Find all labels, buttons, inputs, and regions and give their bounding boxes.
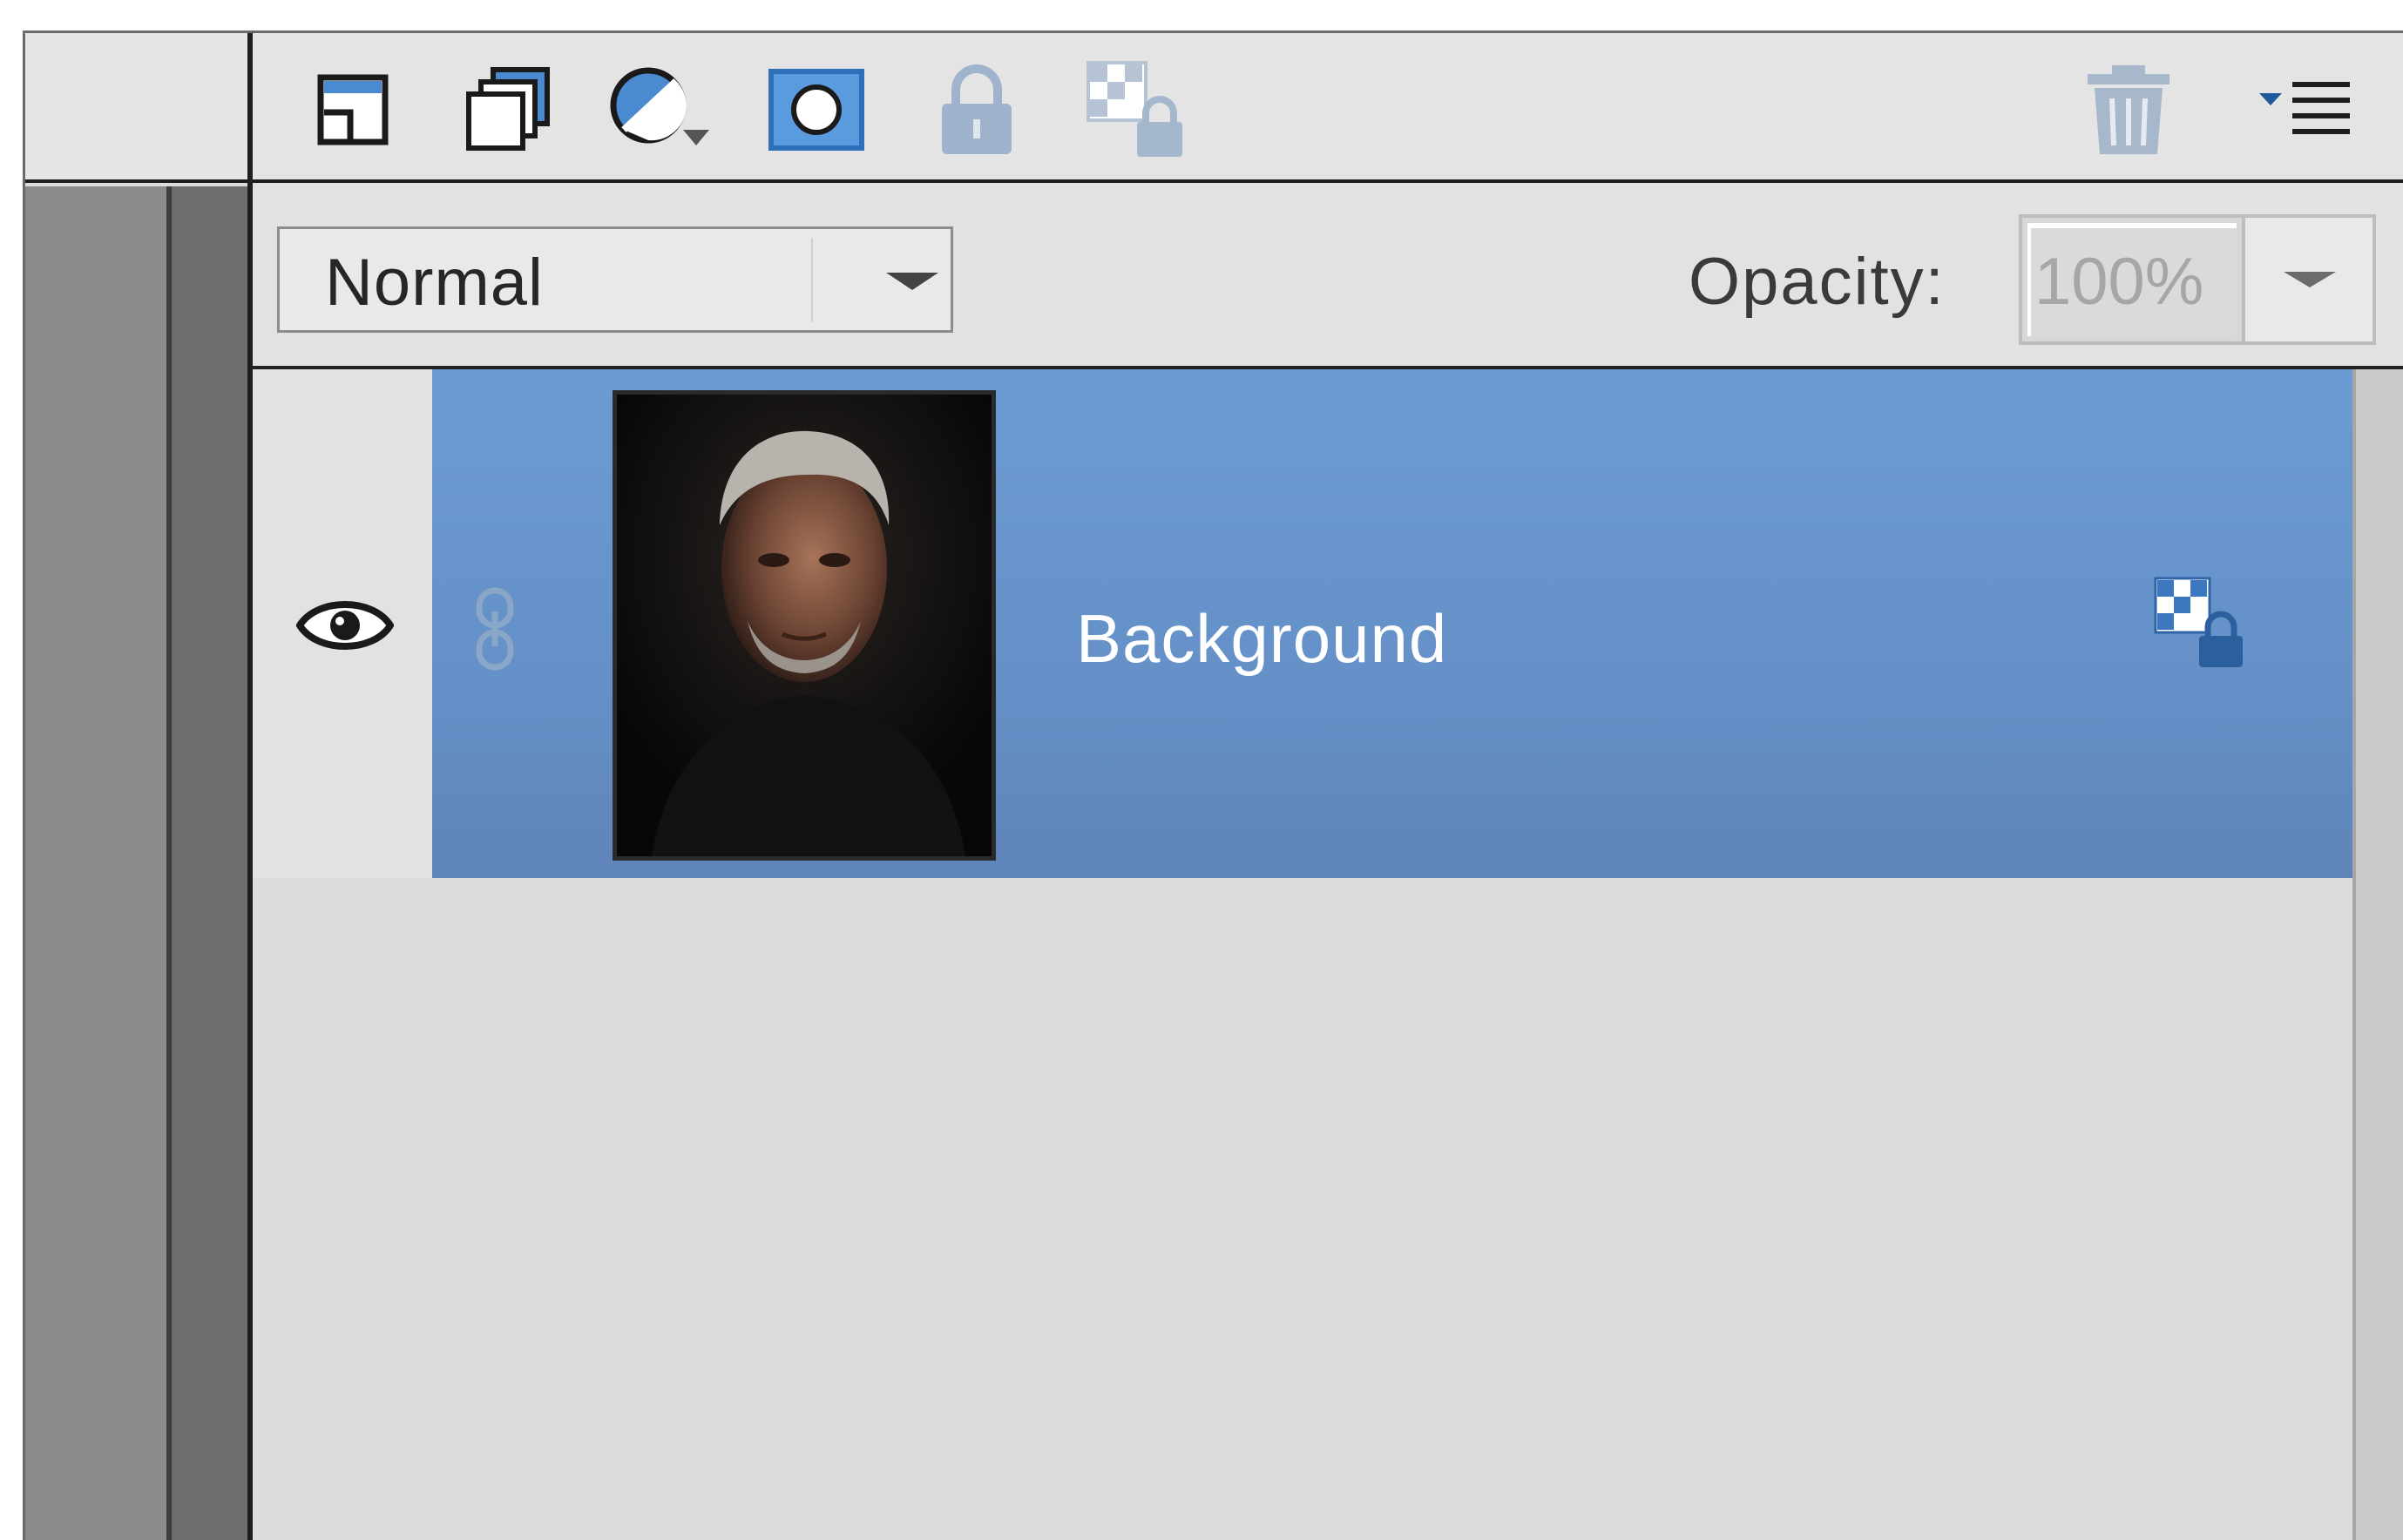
chevron-down-icon — [2284, 272, 2336, 287]
delete-layer-button[interactable] — [2072, 57, 2185, 162]
new-layer-button[interactable] — [296, 57, 410, 162]
add-layer-mask-button[interactable] — [760, 57, 873, 162]
blend-mode-select[interactable]: Normal — [277, 226, 953, 333]
layer-name: Background — [1076, 600, 1448, 677]
scrollbar-track[interactable] — [2352, 369, 2403, 1540]
layers-panel-window: Normal Opacity: 100% Background — [0, 0, 2403, 1540]
lock-transparent-pixels-button[interactable] — [1079, 57, 1192, 162]
panel-menu-button[interactable] — [2248, 57, 2361, 162]
adjustment-layer-button[interactable] — [603, 57, 716, 162]
blend-options-row: Normal Opacity: 100% — [253, 183, 2403, 369]
lock-transparent-pixels-icon — [1086, 61, 1182, 157]
opacity-dropdown-button[interactable] — [2245, 214, 2376, 345]
trash-icon — [2088, 65, 2169, 154]
link-icon[interactable] — [467, 585, 523, 672]
layer-thumbnail — [613, 390, 996, 861]
select-separator — [811, 238, 813, 321]
left-gutter-header — [25, 33, 250, 183]
panel-menu-icon — [2259, 82, 2350, 134]
opacity-input[interactable]: 100% — [2019, 214, 2245, 345]
left-dock-strip — [25, 186, 166, 1540]
adjustment-layer-icon — [610, 67, 709, 145]
layer-row[interactable]: Background — [253, 369, 2352, 878]
opacity-label: Opacity: — [1689, 245, 1946, 319]
layer-mask-icon — [768, 69, 864, 151]
new-layer-icon — [317, 74, 389, 145]
new-group-button[interactable] — [451, 57, 565, 162]
lock-all-button[interactable] — [920, 57, 1033, 162]
blend-mode-value: Normal — [325, 246, 544, 320]
layers-list: Background — [253, 369, 2352, 1540]
opacity-value: 100% — [2034, 245, 2204, 319]
layers-toolbar — [253, 33, 2403, 183]
portrait-thumbnail-image — [617, 395, 992, 856]
transparency-lock-icon[interactable] — [2152, 575, 2248, 671]
eye-icon[interactable] — [296, 592, 394, 659]
left-dock-strip-dark — [172, 186, 250, 1540]
lock-all-icon — [942, 64, 1012, 154]
chevron-down-icon — [886, 273, 938, 290]
new-group-icon — [466, 67, 550, 151]
